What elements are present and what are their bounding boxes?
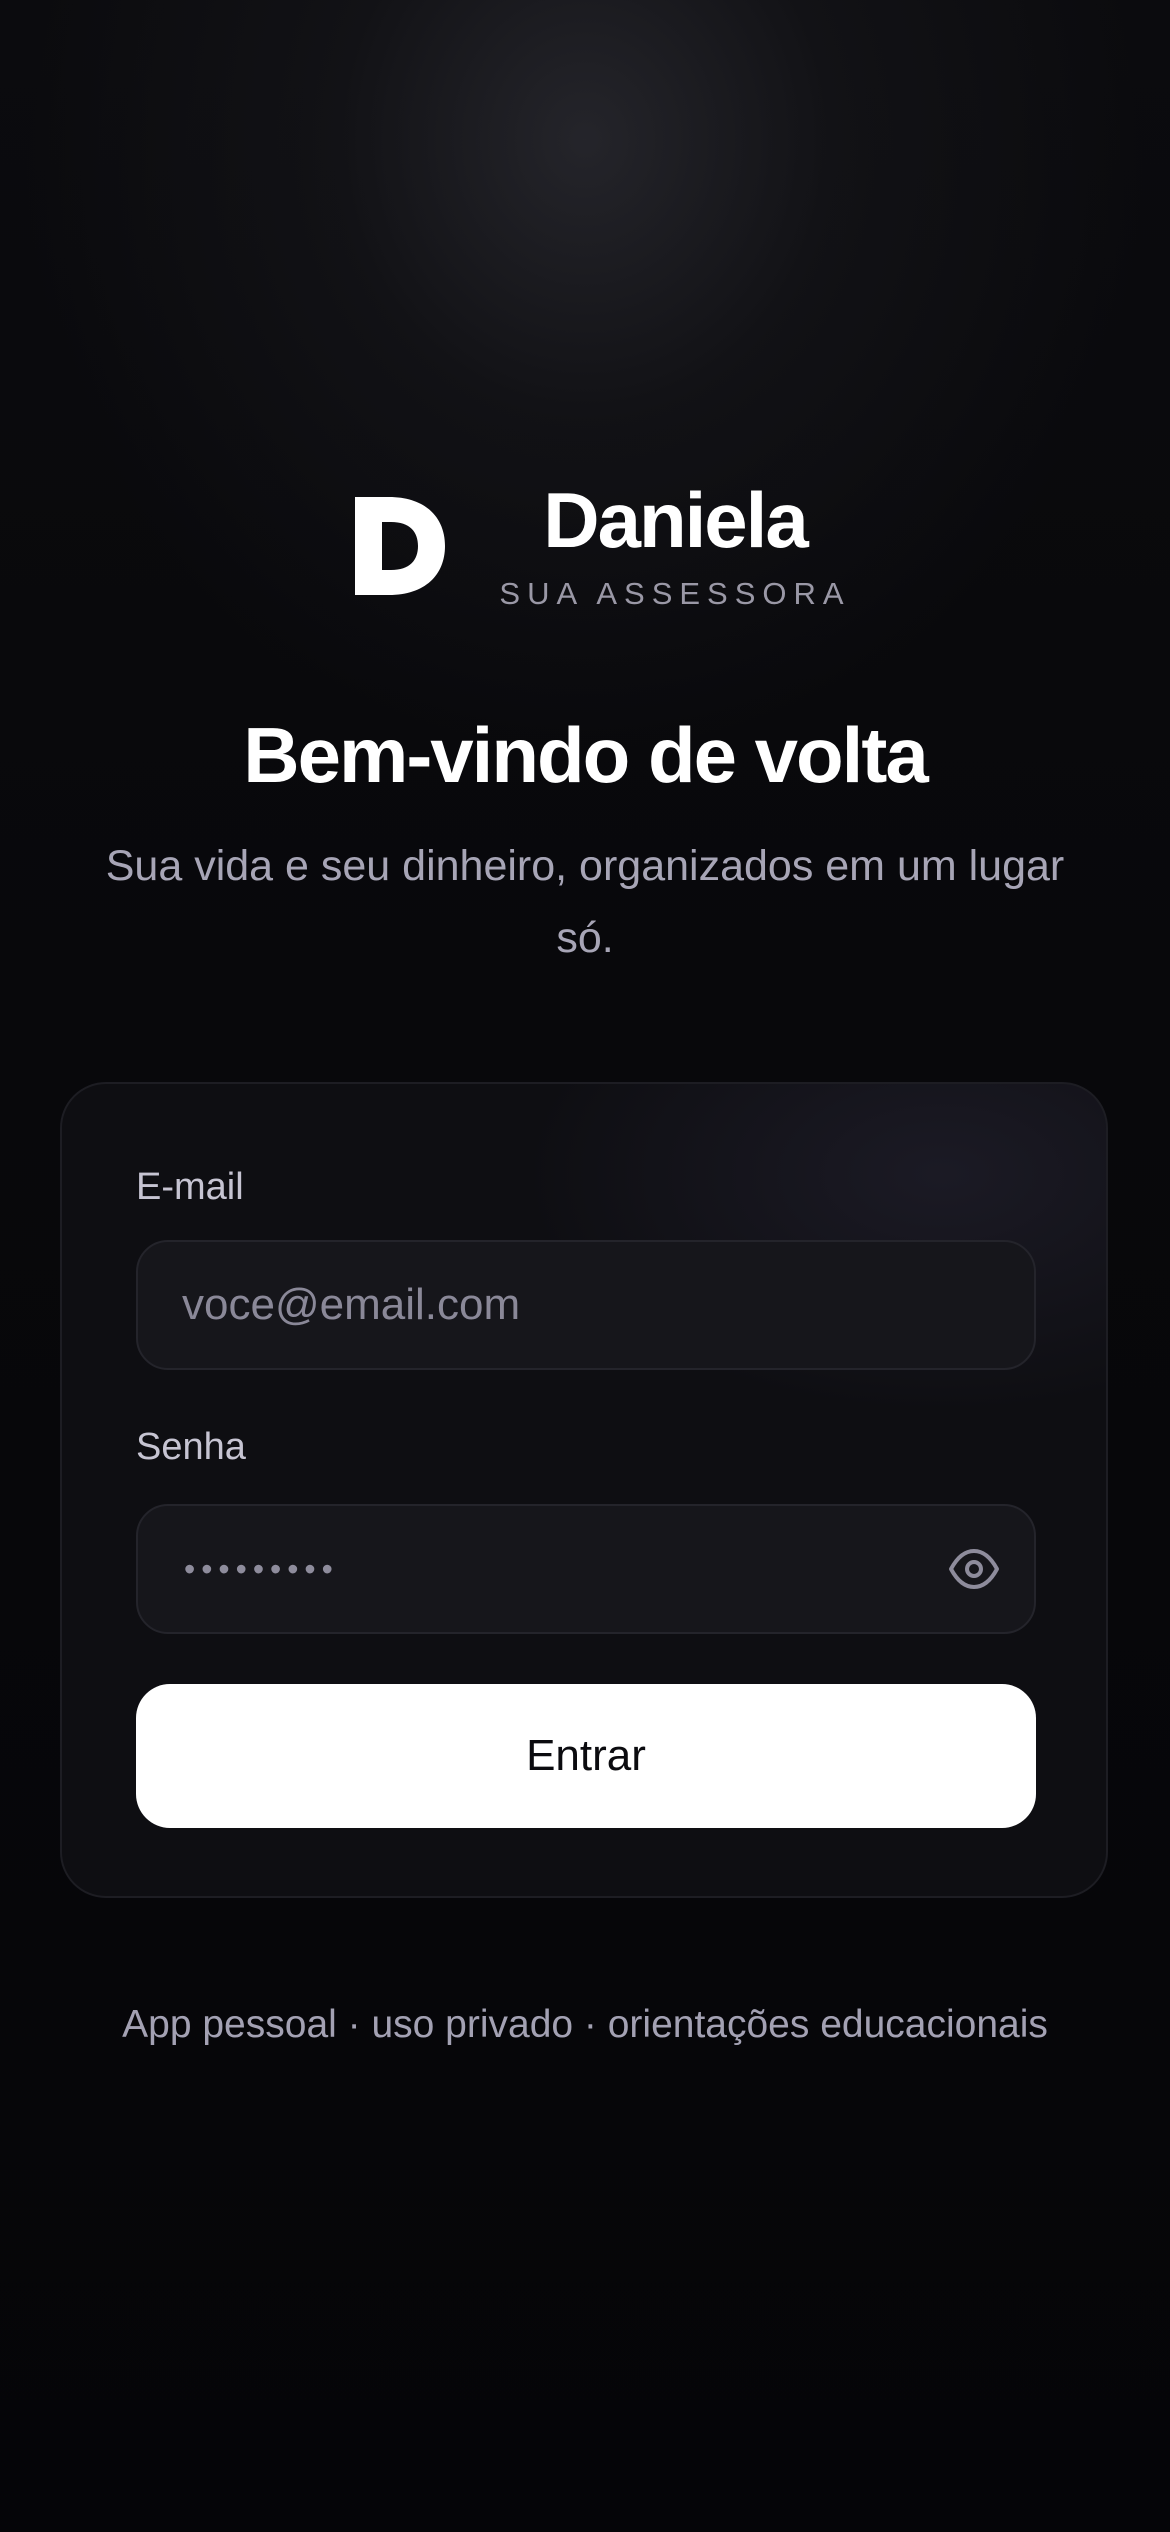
login-card: E-mail Senha ••••••••• Entrar	[60, 1082, 1108, 1898]
password-masked-value: •••••••••	[184, 1551, 339, 1587]
brand-name: Daniela	[543, 476, 808, 564]
email-field-container	[136, 1240, 1036, 1370]
email-input[interactable]	[138, 1242, 1034, 1368]
login-submit-button[interactable]: Entrar	[136, 1684, 1036, 1828]
eye-icon[interactable]	[948, 1547, 1000, 1591]
password-field[interactable]: •••••••••	[136, 1504, 1036, 1634]
brand-tagline: SUA ASSESSORA	[499, 576, 851, 611]
email-label: E-mail	[136, 1166, 244, 1208]
login-screen: Daniela SUA ASSESSORA Bem-vindo de volta…	[0, 0, 1170, 2532]
page-subtitle: Sua vida e seu dinheiro, organizados em …	[105, 842, 1065, 962]
footer-note: App pessoal · uso privado · orientações …	[122, 2003, 1048, 2046]
brand-header: Daniela SUA ASSESSORA	[355, 470, 844, 620]
password-label: Senha	[136, 1426, 246, 1468]
brand-logo-icon	[355, 497, 445, 595]
page-title: Bem-vindo de volta	[243, 711, 928, 799]
